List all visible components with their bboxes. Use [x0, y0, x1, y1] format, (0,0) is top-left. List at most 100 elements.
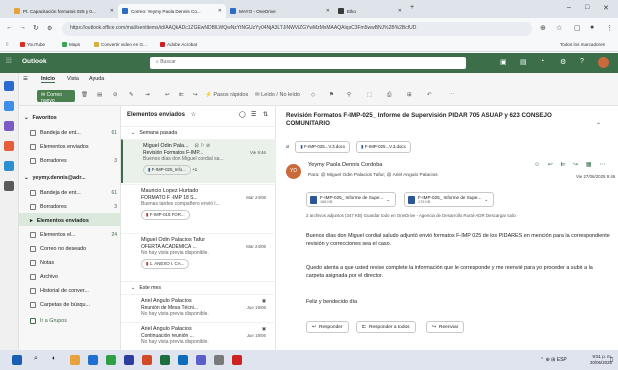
attachment-chip[interactable]: ▮ F-IMP-025...V.3.docx: [356, 141, 411, 153]
folder-inbox[interactable]: Bandeja de ent... 61: [19, 185, 121, 198]
translate-icon[interactable]: ⊕: [540, 24, 546, 32]
folder-junk[interactable]: Correo no deseado: [19, 241, 121, 254]
search-icon[interactable]: ⌕: [34, 355, 38, 363]
forward-icon[interactable]: →: [19, 24, 26, 31]
profile-icon[interactable]: ●: [590, 24, 594, 31]
minimize-button[interactable]: –: [567, 4, 571, 11]
close-icon[interactable]: ✕: [326, 8, 330, 14]
list-item[interactable]: Miguel Odin Palacios Tafur OFERTA ACADEM…: [121, 233, 276, 277]
system-tray[interactable]: ⌃ ⊕ ⊞ ESP: [540, 357, 567, 363]
categorize-icon[interactable]: ◇: [311, 92, 315, 98]
rules-icon[interactable]: ⬚: [367, 92, 372, 98]
folder-drafts[interactable]: Borradores 3: [19, 199, 121, 212]
help-icon[interactable]: ?: [580, 58, 584, 65]
new-tab-button[interactable]: +: [410, 4, 414, 11]
group-header[interactable]: ⌄ Este mes: [121, 281, 276, 293]
list-item[interactable]: Ariel Angulo Palacios ▣ Reunión de Mesa T…: [121, 294, 276, 322]
attachment-card[interactable]: F-IMP-025_ Informe de Supe... 168 KB ⌄: [306, 192, 396, 207]
sweep-icon[interactable]: ✎: [129, 92, 134, 98]
acrobat-icon[interactable]: [232, 355, 242, 365]
notes-icon[interactable]: ▤: [520, 58, 527, 66]
quick-steps-button[interactable]: ⚡ Pasos rápidos: [205, 92, 248, 98]
list-item[interactable]: Miguel Odin Pala... ⊟ ⚐ ⊘ Revisión Format…: [121, 139, 276, 183]
read-unread-button[interactable]: ✉ Leído / No leído: [255, 92, 300, 98]
filter-icon[interactable]: ☰: [251, 111, 256, 118]
forward-icon[interactable]: ↪: [193, 92, 198, 98]
task-view-icon[interactable]: ◐: [52, 355, 56, 362]
folder-search[interactable]: Carpetas de búsqu...: [19, 297, 121, 310]
bookmark-star-icon[interactable]: ☆: [556, 24, 562, 32]
office-icon[interactable]: [4, 141, 14, 151]
excel-icon[interactable]: [160, 355, 170, 365]
app-icon[interactable]: [214, 355, 224, 365]
select-icon[interactable]: ◯: [239, 111, 246, 118]
bookmark-youtube[interactable]: YouTube: [20, 42, 45, 47]
all-bookmarks[interactable]: Todos los marcadores: [560, 42, 605, 47]
move-icon[interactable]: ⇥: [145, 92, 150, 98]
reply-icon[interactable]: ↩: [165, 92, 170, 98]
onedrive-icon[interactable]: [4, 161, 14, 171]
reply-all-button[interactable]: ⇇ Responder a todos: [356, 321, 416, 333]
app-launcher-icon[interactable]: ⁞⁞⁞: [6, 58, 12, 65]
flag-icon[interactable]: ⚑: [329, 92, 334, 98]
folder-history[interactable]: Historial de conver...: [19, 283, 121, 296]
sender-avatar[interactable]: YD: [286, 164, 301, 179]
go-to-groups-link[interactable]: Ir a Grupos: [19, 313, 121, 326]
attachment-chip[interactable]: ▮ F-IMP-018 FOR...: [141, 209, 190, 220]
chevron-down-icon[interactable]: ⌄: [386, 197, 390, 203]
apps-icon[interactable]: ⁞⁞: [6, 42, 9, 47]
maximize-button[interactable]: □: [585, 4, 589, 11]
list-item[interactable]: Ariel Angulo Palacios ▣ Continuación reun…: [121, 322, 276, 350]
message-action-icons[interactable]: ☺ ↩ ⇇ ↪ ▦ ⋯: [534, 161, 608, 168]
extensions-icon[interactable]: ▢: [574, 24, 581, 32]
clock[interactable]: 9:51 p. m. 30/06/2025: [590, 354, 612, 365]
people-icon[interactable]: [4, 121, 14, 131]
apps-icon[interactable]: [4, 181, 14, 191]
chevron-down-icon[interactable]: ⌄: [484, 197, 488, 203]
tab-inicio[interactable]: Inicio: [41, 76, 56, 83]
browser-menu-icon[interactable]: ⋮: [606, 24, 613, 32]
attachment-card[interactable]: F-IMP-025_ Informe de Supe... 179 KB ⌄: [404, 192, 494, 207]
bell-icon[interactable]: ◔: [540, 58, 544, 65]
browser-tab-4[interactable]: Elko ✕: [334, 4, 406, 18]
account-section[interactable]: ⌄ yeymy.dennis@adr...: [19, 170, 121, 183]
favorites-section[interactable]: ⌄ Favoritos: [19, 110, 121, 123]
folder-inbox-fav[interactable]: Bandeja de ent... 61: [19, 125, 121, 138]
new-mail-button[interactable]: ✉ Correo nuevo: [37, 90, 75, 104]
star-icon[interactable]: ☆: [191, 112, 196, 118]
close-window-button[interactable]: ✕: [603, 4, 609, 12]
undo-icon[interactable]: ↶: [427, 92, 432, 98]
browser-tab-3[interactable]: MAYO - OneDrive ✕: [226, 4, 334, 18]
print-icon[interactable]: ⎙: [387, 92, 391, 99]
forward-button[interactable]: ↪ Reenviar: [426, 321, 465, 333]
bookmark-adobe[interactable]: Adobe Acrobat: [160, 42, 197, 47]
close-icon[interactable]: ✕: [398, 8, 402, 14]
close-icon[interactable]: ✕: [110, 8, 114, 14]
overflow-icon[interactable]: ⋯: [449, 92, 455, 98]
windows-start-icon[interactable]: [12, 355, 22, 365]
outlook-icon[interactable]: [178, 355, 188, 365]
attachment-chip[interactable]: ▮ 1. ANEXO I. CA...: [141, 258, 190, 269]
sort-icon[interactable]: ⇅: [263, 111, 268, 118]
site-info-icon[interactable]: ⚙: [47, 25, 52, 32]
edge-icon[interactable]: [88, 355, 98, 365]
calendar-icon[interactable]: [4, 101, 14, 111]
tab-ayuda[interactable]: Ayuda: [89, 76, 104, 82]
folder-archive[interactable]: Archivo: [19, 269, 121, 282]
hamburger-icon[interactable]: ☰: [23, 76, 28, 82]
teams-icon[interactable]: [196, 355, 206, 365]
reply-button[interactable]: ↩ Responder: [306, 321, 349, 333]
archive-icon[interactable]: ▤: [97, 92, 102, 98]
bookmark-convertir[interactable]: Convertir video en G...: [94, 42, 147, 47]
file-explorer-icon[interactable]: [70, 355, 80, 365]
more-icon[interactable]: ⊞: [407, 92, 412, 98]
back-icon[interactable]: ←: [6, 24, 13, 31]
tab-vista[interactable]: Vista: [67, 76, 79, 82]
teams-icon[interactable]: ▣: [500, 58, 507, 66]
report-icon[interactable]: ⊘: [113, 92, 118, 98]
notifications-icon[interactable]: ▯: [610, 356, 613, 363]
word-icon[interactable]: [124, 355, 134, 365]
folder-notes[interactable]: Notas: [19, 255, 121, 268]
mail-icon[interactable]: [4, 81, 14, 91]
gear-icon[interactable]: ⚙: [560, 58, 566, 66]
